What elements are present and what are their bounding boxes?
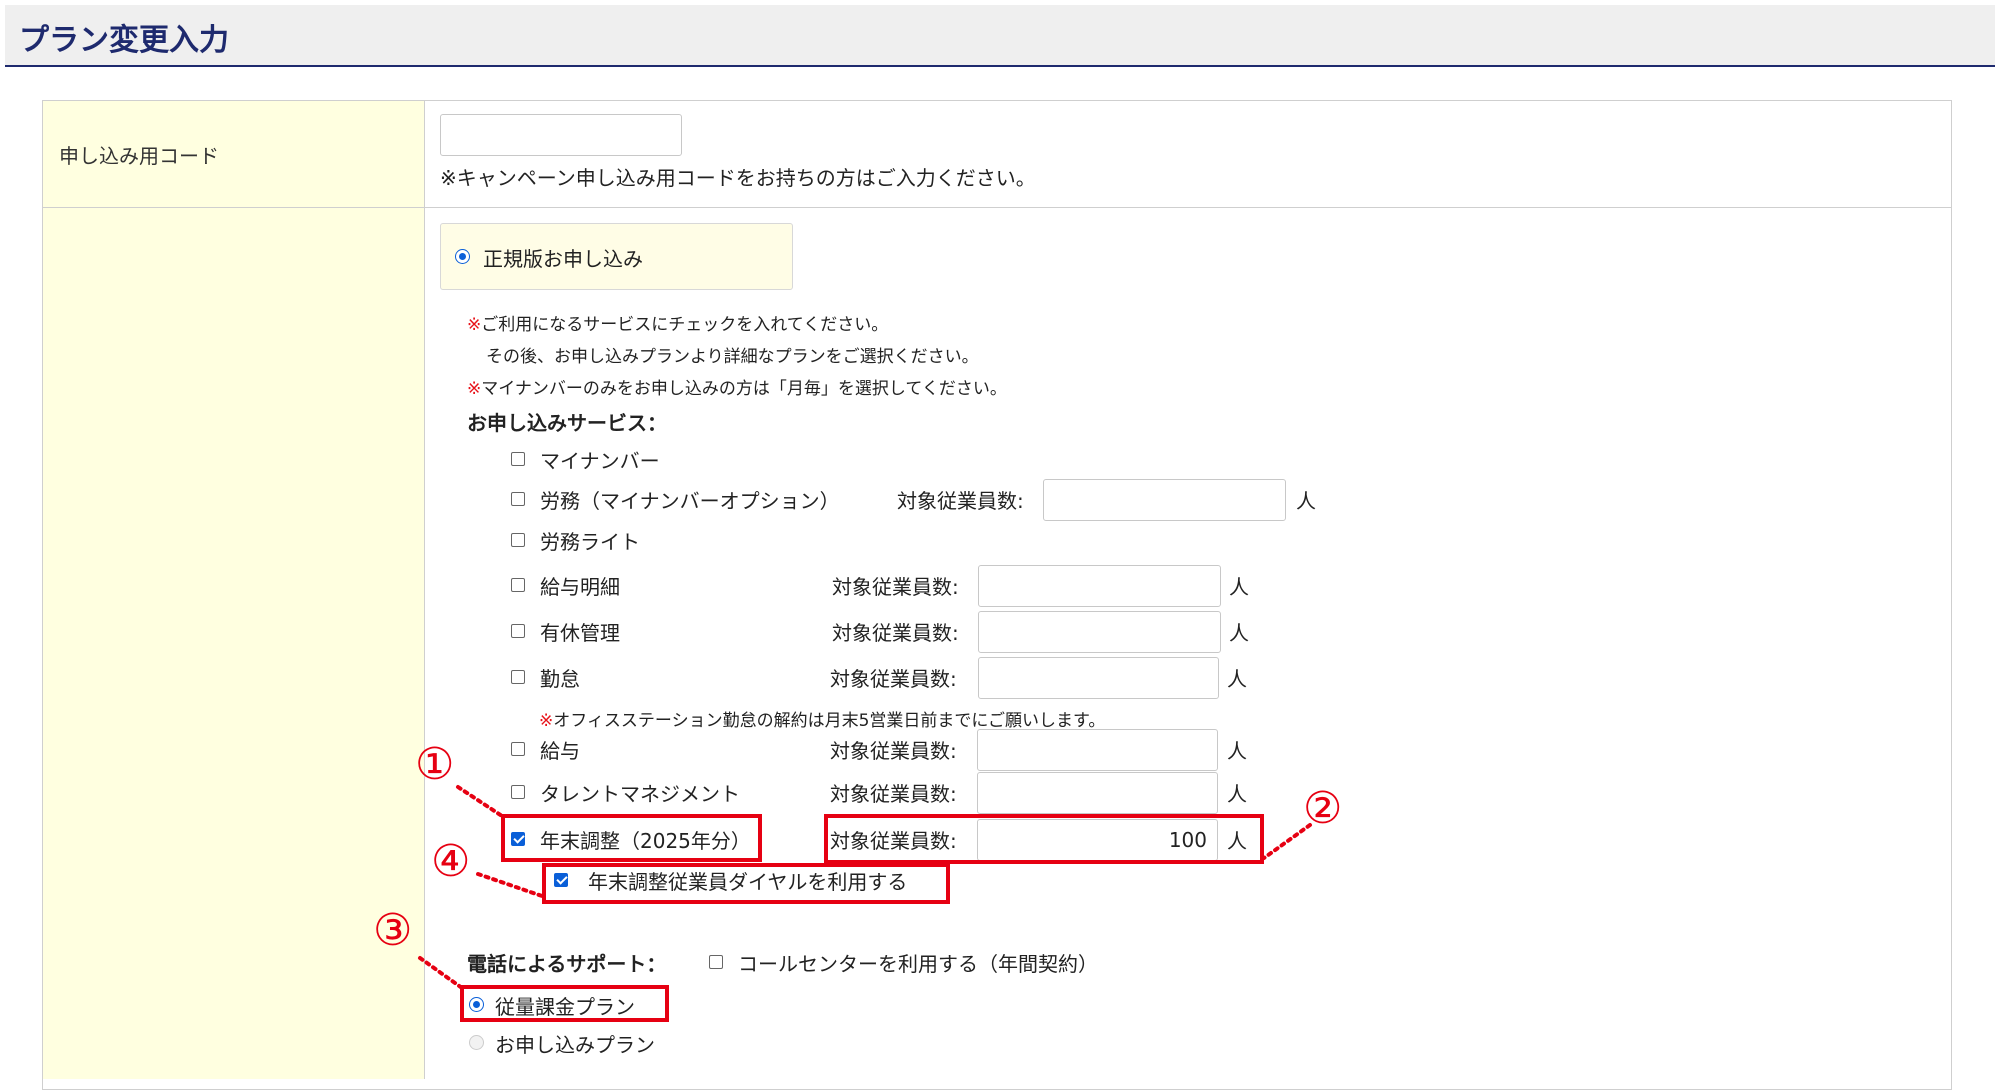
marker-2-icon: ② [1303, 783, 1343, 834]
leader-4 [476, 872, 544, 898]
marker-4-icon: ④ [431, 836, 471, 887]
marker-3-icon: ③ [373, 905, 413, 956]
leader-3 [418, 956, 464, 990]
leader-1 [456, 785, 504, 818]
marker-1-icon: ① [415, 739, 455, 790]
annotation-leaders [418, 785, 1312, 990]
